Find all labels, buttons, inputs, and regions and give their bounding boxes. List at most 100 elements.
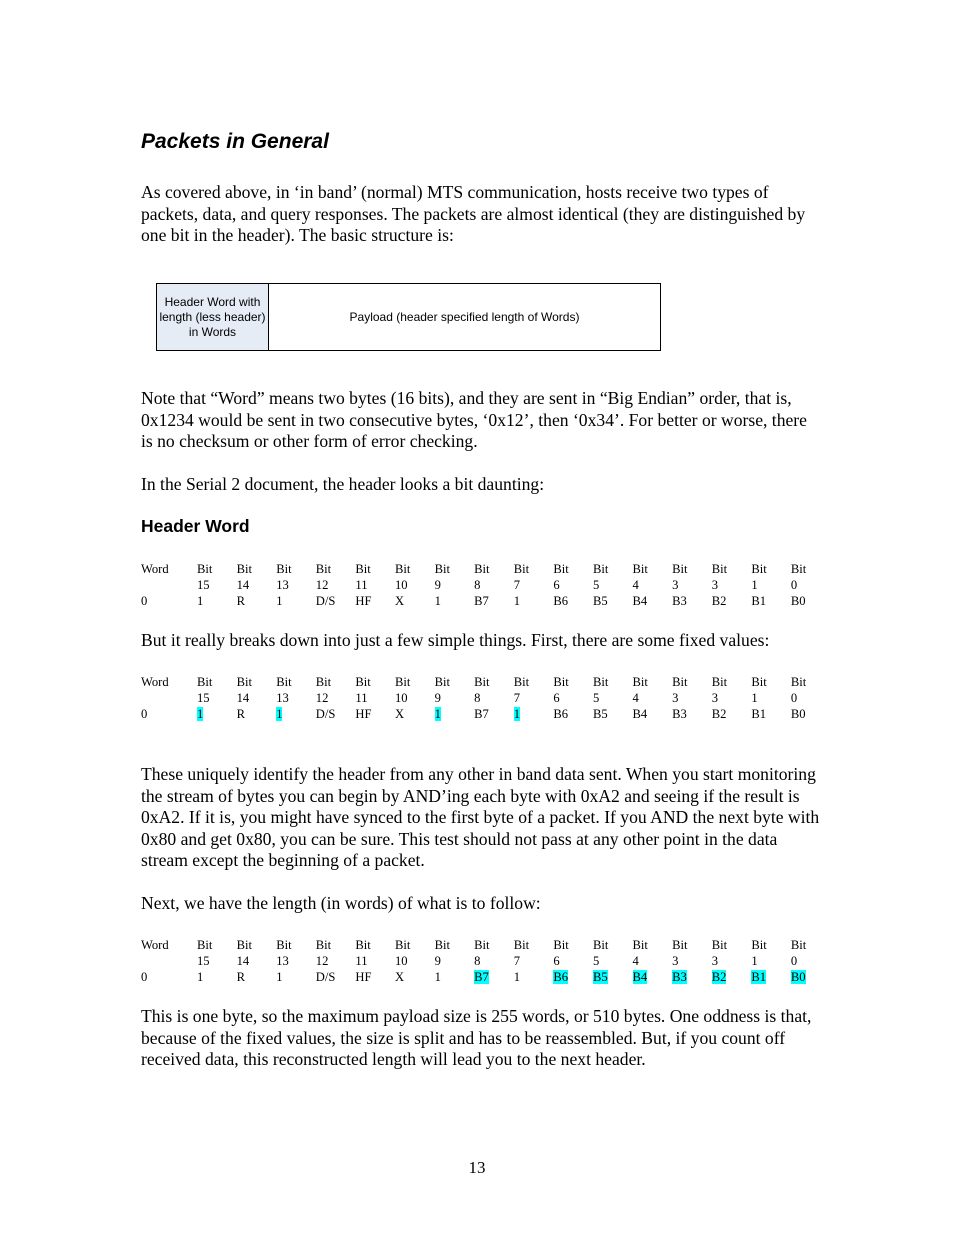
bit-number: 13 xyxy=(276,578,289,592)
bit-label: Bit xyxy=(236,675,252,689)
bit-number: 1 xyxy=(751,691,758,705)
bit-value: B3 xyxy=(672,594,687,608)
bit-value: 1 xyxy=(197,970,204,984)
bit-value-cell: B2 xyxy=(712,593,752,609)
word-label: Word xyxy=(141,675,169,689)
bit-value-cell: B4 xyxy=(633,593,673,609)
bit-label: Bit xyxy=(553,562,569,576)
bit-value-cell: B4 xyxy=(632,969,673,985)
bit-number: 15 xyxy=(197,578,210,592)
bit-value-cell: 1 xyxy=(276,969,316,985)
bit-value: B4 xyxy=(632,970,648,984)
bit-value: B1 xyxy=(751,970,767,984)
bit-number: 4 xyxy=(632,954,639,968)
bit-label: Bit xyxy=(553,675,569,689)
bit-value: B0 xyxy=(790,594,806,608)
section-heading: Packets in General xyxy=(141,130,329,153)
bit-value-cell: X xyxy=(395,706,435,722)
bit-number: 1 xyxy=(751,578,758,592)
bit-number: 6 xyxy=(553,954,560,968)
bit-value-cell: 1 xyxy=(513,706,554,722)
header-word-cell: Header Word with length (less header) in… xyxy=(157,284,269,350)
bit-label: Bit xyxy=(513,938,530,952)
word-note-paragraph: Note that “Word” means two bytes (16 bit… xyxy=(141,388,807,451)
bit-label: Bit xyxy=(790,938,807,952)
bit-label: Bit xyxy=(632,675,648,689)
bit-value-cell: B5 xyxy=(593,593,633,609)
bit-value-cell: 1 xyxy=(435,593,475,609)
next-length-paragraph: Next, we have the length (in words) of w… xyxy=(141,893,541,913)
bit-value-cell: 1 xyxy=(197,706,237,722)
bit-value: 1 xyxy=(434,707,441,721)
word-spacer xyxy=(141,577,197,593)
bit-value: B5 xyxy=(592,594,608,608)
word-label: Word xyxy=(141,938,169,952)
word-index: 0 xyxy=(141,970,148,984)
bit-value-cell: R xyxy=(237,593,277,609)
bit-value: B1 xyxy=(751,594,767,608)
bit-value-cell: X xyxy=(395,593,435,609)
bit-number: 3 xyxy=(711,691,719,705)
bit-value: R xyxy=(236,970,245,984)
packet-structure-diagram: Header Word with length (less header) in… xyxy=(156,283,661,351)
header-word-subheading: Header Word xyxy=(141,516,250,536)
bit-value: B0 xyxy=(790,970,806,984)
bit-label: Bit xyxy=(632,938,648,952)
bit-label: Bit xyxy=(513,675,530,689)
bit-value: B6 xyxy=(553,970,569,984)
serial2-paragraph: In the Serial 2 document, the header loo… xyxy=(141,474,545,494)
bit-value-cell: B2 xyxy=(711,969,752,985)
bit-number: 0 xyxy=(790,578,798,592)
bit-value-cell: 1 xyxy=(197,593,237,609)
bit-value: B7 xyxy=(474,594,489,608)
bit-value-row: 0 1 R 1 D/S HF X 1 B7 1 B6 B5 B4 B3 B2 B1 B0 xyxy=(141,593,831,609)
word-spacer xyxy=(141,690,197,706)
bit-label: Bit xyxy=(236,562,252,576)
bit-value: B3 xyxy=(672,707,687,721)
bit-number: 8 xyxy=(474,578,481,592)
bit-number: 10 xyxy=(394,578,408,592)
bit-label: Bit xyxy=(315,562,332,576)
bit-value-cell: B0 xyxy=(791,593,831,609)
bit-label: Bit xyxy=(711,675,728,689)
bit-label-row: Word Bit Bit Bit Bit Bit Bit Bit Bit Bit Bit Bit Bit… xyxy=(141,561,831,577)
bit-number-row: 15 14 13 12 11 10 9 8 7 6 5 4 3 3 1 0 xyxy=(141,953,831,969)
bit-number: 12 xyxy=(315,578,329,592)
bit-value-cell: D/S xyxy=(316,706,356,722)
bit-value-cell: B1 xyxy=(751,593,791,609)
bit-label-row: Word Bit Bit Bit Bit Bit Bit Bit Bit Bit Bit Bit Bit… xyxy=(141,674,831,690)
bit-label: Bit xyxy=(236,938,252,952)
bit-label: Bit xyxy=(474,938,490,952)
bit-label: Bit xyxy=(394,675,411,689)
bit-number: 10 xyxy=(394,954,408,968)
bit-number: 3 xyxy=(672,691,679,705)
bit-value: R xyxy=(236,594,245,608)
bit-number: 13 xyxy=(276,691,289,705)
bit-value: X xyxy=(394,970,405,984)
bit-number: 4 xyxy=(632,691,639,705)
bit-value-cell: B7 xyxy=(474,593,514,609)
bit-number: 5 xyxy=(592,578,600,592)
bit-value: B2 xyxy=(711,594,727,608)
bit-value-cell: B0 xyxy=(791,706,831,722)
bit-number: 6 xyxy=(553,578,560,592)
bit-value-cell: B3 xyxy=(672,706,712,722)
bit-value-cell: 1 xyxy=(514,593,554,609)
word-index: 0 xyxy=(141,594,148,608)
bit-label: Bit xyxy=(276,938,292,952)
bit-value: X xyxy=(394,707,405,721)
bit-value: HF xyxy=(355,594,372,608)
bit-value: B7 xyxy=(474,970,489,984)
bit-value: 1 xyxy=(276,707,283,721)
bit-label: Bit xyxy=(553,938,569,952)
bit-value: B2 xyxy=(711,970,727,984)
bit-value-cell: HF xyxy=(355,706,395,722)
bit-number-row: 15 14 13 12 11 10 9 8 7 6 5 4 3 3 1 0 xyxy=(141,690,831,706)
bit-number: 7 xyxy=(513,954,521,968)
length-bits-table: Word Bit Bit Bit Bit Bit Bit Bit Bit Bit Bit Bit Bit… xyxy=(141,937,831,985)
bit-label: Bit xyxy=(790,675,807,689)
bit-value-cell: B6 xyxy=(553,706,593,722)
bit-value-cell: B7 xyxy=(474,706,514,722)
bit-number: 8 xyxy=(474,954,481,968)
bit-label: Bit xyxy=(394,938,411,952)
